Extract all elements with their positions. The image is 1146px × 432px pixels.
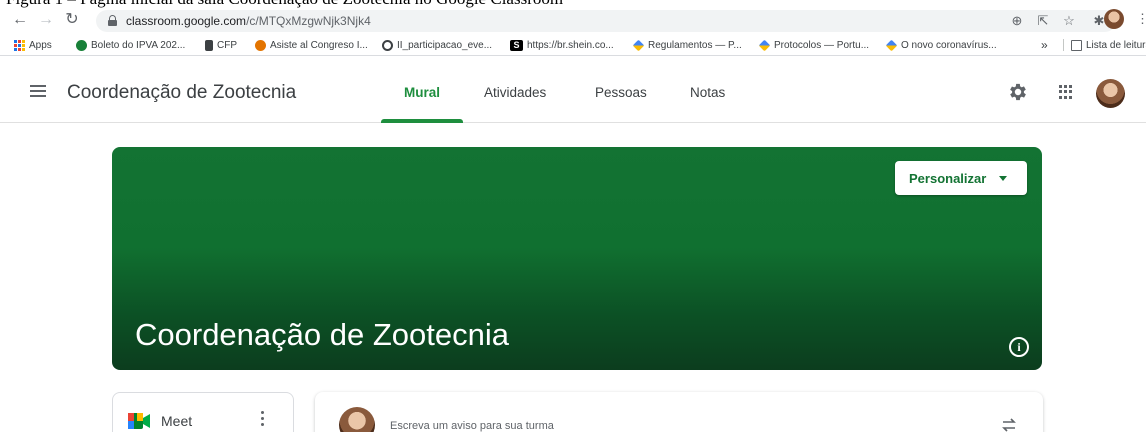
bookmark-label: Protocolos — Portu... [774, 39, 870, 51]
shein-s-icon: S [510, 39, 523, 51]
url-path: /c/MTQxMzgwNjk3Njk4 [246, 14, 371, 28]
gov-diamond-icon [758, 39, 771, 51]
classroom-header: Coordenação de Zootecnia Mural Atividade… [0, 57, 1146, 123]
reuse-post-icon[interactable] [1000, 416, 1018, 432]
apps-grid-icon [14, 39, 25, 51]
bookmark-protocolos[interactable]: Protocolos — Portu... [758, 38, 870, 52]
dropdown-caret-icon [999, 176, 1007, 181]
url-text: classroom.google.com/c/MTQxMzgwNjk3Njk4 [126, 14, 371, 28]
bookmark-regulamentos[interactable]: Regulamentos — P... [632, 38, 742, 52]
meet-more-options-icon[interactable] [261, 411, 265, 429]
bookmark-ipva[interactable]: Boleto do IPVA 202... [76, 38, 185, 52]
meet-card: Meet [112, 392, 294, 432]
bookmark-star-icon[interactable]: ☆ [1060, 12, 1078, 30]
tab-pessoas[interactable]: Pessoas [595, 85, 647, 100]
profile-avatar-icon[interactable] [1104, 9, 1124, 29]
zoom-icon[interactable]: ⊕ [1008, 12, 1026, 30]
bookmark-participacao[interactable]: II_participacao_eve... [382, 38, 492, 52]
bookmark-cfp[interactable]: CFP [205, 38, 237, 52]
bookmarks-divider [1063, 39, 1064, 51]
reading-list-label: Lista de leitura [1086, 39, 1146, 51]
customize-button[interactable]: Personalizar [895, 161, 1027, 195]
customize-label: Personalizar [909, 171, 987, 186]
browser-menu-icon[interactable]: ⋮ [1136, 11, 1146, 27]
bookmark-label: O novo coronavírus... [901, 39, 997, 51]
url-host: classroom.google.com [126, 14, 247, 28]
meet-label: Meet [161, 413, 193, 429]
bookmark-shein[interactable]: S https://br.shein.co... [510, 38, 614, 52]
announcement-placeholder[interactable]: Escreva um aviso para sua turma [390, 420, 554, 432]
bookmark-label: CFP [217, 39, 237, 51]
bookmark-label: II_participacao_eve... [397, 39, 493, 51]
active-tab-indicator [381, 119, 463, 123]
user-avatar[interactable] [1096, 79, 1125, 108]
bookmark-apps[interactable]: Apps [14, 38, 52, 52]
bookmark-label: Asiste al Congreso I... [270, 39, 368, 51]
bookmarks-overflow-button[interactable]: » [1041, 38, 1048, 52]
gov-diamond-icon [632, 39, 645, 51]
congress-logo-icon [255, 39, 266, 51]
caption-text: Figura 1 – Página inicial da sala Coorde… [6, 0, 563, 8]
bookmark-congreso[interactable]: Asiste al Congreso I... [255, 38, 368, 52]
class-banner: Personalizar Coordenação de Zootecnia i [112, 147, 1042, 370]
bookmark-icon [205, 39, 213, 51]
google-apps-icon[interactable] [1059, 85, 1073, 99]
banner-title: Coordenação de Zootecnia [135, 317, 509, 352]
bookmark-label: Regulamentos — P... [648, 39, 742, 51]
bookmark-label: https://br.shein.co... [527, 39, 614, 51]
settings-gear-icon[interactable] [1007, 81, 1029, 103]
lock-icon [108, 15, 117, 26]
tab-mural[interactable]: Mural [404, 85, 440, 100]
tab-notas[interactable]: Notas [690, 85, 725, 100]
globe-icon [382, 39, 393, 51]
forward-arrow-icon[interactable]: → [36, 10, 56, 30]
composer-avatar [339, 407, 375, 432]
bookmark-label: Apps [29, 39, 52, 51]
address-bar[interactable]: classroom.google.com/c/MTQxMzgwNjk3Njk4 … [96, 10, 1116, 32]
info-icon[interactable]: i [1009, 337, 1029, 357]
class-title[interactable]: Coordenação de Zootecnia [67, 82, 296, 104]
reading-list-button[interactable]: Lista de leitura [1071, 38, 1146, 52]
gov-diamond-icon [885, 39, 898, 51]
announcement-composer[interactable]: Escreva um aviso para sua turma [315, 392, 1043, 432]
bookmark-label: Boleto do IPVA 202... [91, 39, 186, 51]
reload-icon[interactable]: ↻ [62, 10, 82, 30]
main-menu-icon[interactable] [30, 85, 46, 97]
tab-atividades[interactable]: Atividades [484, 85, 546, 100]
document-caption: Figura 1 – Página inicial da sala Coorde… [0, 0, 1146, 8]
back-arrow-icon[interactable]: ← [10, 10, 30, 30]
reading-list-icon [1071, 39, 1082, 51]
share-icon[interactable]: ⇱ [1034, 12, 1052, 30]
bookmarks-bar: Apps Boleto do IPVA 202... CFP Asiste al… [0, 34, 1146, 56]
google-meet-icon [128, 413, 150, 429]
bank-icon [76, 39, 87, 51]
browser-toolbar: ← → ↻ classroom.google.com/c/MTQxMzgwNjk… [0, 8, 1146, 34]
bookmark-coronavirus[interactable]: O novo coronavírus... [885, 38, 997, 52]
